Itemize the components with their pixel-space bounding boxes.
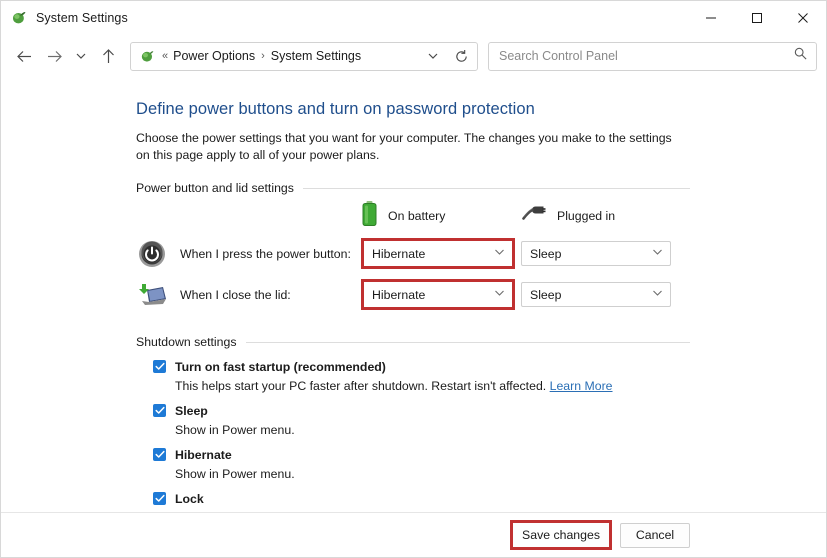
setting-row-power-button: When I press the power button: Hibernate… <box>136 233 690 274</box>
close-lid-plugged-in-slot: Sleep <box>521 282 681 307</box>
window-title: System Settings <box>36 11 688 25</box>
power-section-label: Power button and lid settings <box>136 181 303 195</box>
address-lead-separator: « <box>162 50 168 62</box>
setting-row-close-lid: When I close the lid: Hibernate Sleep <box>136 274 690 315</box>
power-button-plugged-in-dropdown[interactable]: Sleep <box>521 241 671 266</box>
checkbox-title: Sleep <box>175 404 208 418</box>
checkbox-description: Show in Power menu. <box>175 423 295 437</box>
power-column-headers: On battery Plugged in <box>136 199 690 233</box>
forward-arrow-icon[interactable] <box>39 41 69 71</box>
recent-locations-chevron-down-icon[interactable] <box>69 41 93 71</box>
checkbox-body: Sleep Show in Power menu. <box>175 402 295 437</box>
chevron-down-icon[interactable] <box>652 248 663 259</box>
checkbox-title: Lock <box>175 492 204 506</box>
content-inner: Define power buttons and turn on passwor… <box>1 100 826 525</box>
power-plug-icon <box>521 203 547 230</box>
power-button-icon <box>136 238 168 270</box>
back-arrow-icon[interactable] <box>9 41 39 71</box>
system-settings-window: System Settings <box>0 0 827 558</box>
checkbox-item-sleep: Sleep Show in Power menu. <box>136 402 690 437</box>
save-changes-button[interactable]: Save changes <box>513 523 609 547</box>
checkbox-body: Turn on fast startup (recommended) This … <box>175 358 613 393</box>
power-button-plugged-in-value: Sleep <box>530 247 561 261</box>
chevron-down-icon[interactable] <box>652 289 663 300</box>
search-control-panel-box[interactable] <box>488 42 817 71</box>
close-lid-plugged-in-dropdown[interactable]: Sleep <box>521 282 671 307</box>
power-section-header: Power button and lid settings <box>136 181 690 195</box>
laptop-lid-icon <box>136 279 168 311</box>
battery-icon <box>361 200 378 232</box>
chevron-down-icon[interactable] <box>494 289 505 300</box>
search-icon[interactable] <box>793 46 808 66</box>
search-input[interactable] <box>499 49 793 63</box>
close-lid-on-battery-dropdown[interactable]: Hibernate <box>364 282 512 307</box>
power-button-row-label: When I press the power button: <box>180 247 361 261</box>
checkbox-hibernate[interactable] <box>153 448 166 461</box>
column-plugged-in-label: Plugged in <box>557 209 615 223</box>
address-bar[interactable]: « Power Options › System Settings <box>130 42 478 71</box>
page-title: Define power buttons and turn on passwor… <box>136 100 690 119</box>
navigation-toolbar: « Power Options › System Settings <box>1 34 826 78</box>
close-lid-row-label: When I close the lid: <box>180 288 361 302</box>
checkbox-item-fast-startup: Turn on fast startup (recommended) This … <box>136 358 690 393</box>
cancel-button[interactable]: Cancel <box>620 523 690 548</box>
column-on-battery-label: On battery <box>388 209 445 223</box>
checkbox-description: Show in Power menu. <box>175 467 295 481</box>
checkbox-sleep[interactable] <box>153 404 166 417</box>
minimize-button[interactable] <box>688 1 734 34</box>
checkbox-lock[interactable] <box>153 492 166 505</box>
close-lid-on-battery-highlight: Hibernate <box>361 279 515 310</box>
power-options-icon <box>10 9 28 27</box>
power-button-on-battery-value: Hibernate <box>372 247 425 261</box>
close-button[interactable] <box>780 1 826 34</box>
breadcrumb-system-settings[interactable]: System Settings <box>271 49 361 63</box>
shutdown-section-label: Shutdown settings <box>136 335 246 349</box>
column-on-battery: On battery <box>361 200 521 232</box>
content-area: Define power buttons and turn on passwor… <box>1 78 826 557</box>
power-options-icon <box>139 48 156 65</box>
dialog-footer: Save changes Cancel <box>1 512 826 557</box>
power-button-on-battery-highlight: Hibernate <box>361 238 515 269</box>
checkbox-description-text: This helps start your PC faster after sh… <box>175 379 546 393</box>
checkbox-title: Hibernate <box>175 448 232 462</box>
breadcrumb-power-options[interactable]: Power Options <box>173 49 255 63</box>
maximize-button[interactable] <box>734 1 780 34</box>
power-button-plugged-in-slot: Sleep <box>521 241 681 266</box>
checkbox-description: This helps start your PC faster after sh… <box>175 379 613 393</box>
up-arrow-icon[interactable] <box>93 41 123 71</box>
shutdown-section-header: Shutdown settings <box>136 335 690 349</box>
checkbox-fast-startup[interactable] <box>153 360 166 373</box>
chevron-down-icon[interactable] <box>494 248 505 259</box>
power-button-on-battery-dropdown[interactable]: Hibernate <box>364 241 512 266</box>
checkbox-item-hibernate: Hibernate Show in Power menu. <box>136 446 690 481</box>
page-description: Choose the power settings that you want … <box>136 130 681 164</box>
section-divider <box>303 188 690 189</box>
column-plugged-in: Plugged in <box>521 203 681 230</box>
refresh-icon[interactable] <box>447 43 475 70</box>
address-chevron-down-icon[interactable] <box>419 43 447 70</box>
title-bar: System Settings <box>1 1 826 34</box>
save-changes-highlight: Save changes <box>510 520 612 550</box>
checkbox-body: Hibernate Show in Power menu. <box>175 446 295 481</box>
section-divider <box>246 342 691 343</box>
breadcrumb-separator: › <box>261 50 265 62</box>
checkbox-title: Turn on fast startup (recommended) <box>175 360 386 374</box>
close-lid-on-battery-value: Hibernate <box>372 288 425 302</box>
learn-more-link[interactable]: Learn More <box>550 379 613 393</box>
close-lid-plugged-in-value: Sleep <box>530 288 561 302</box>
